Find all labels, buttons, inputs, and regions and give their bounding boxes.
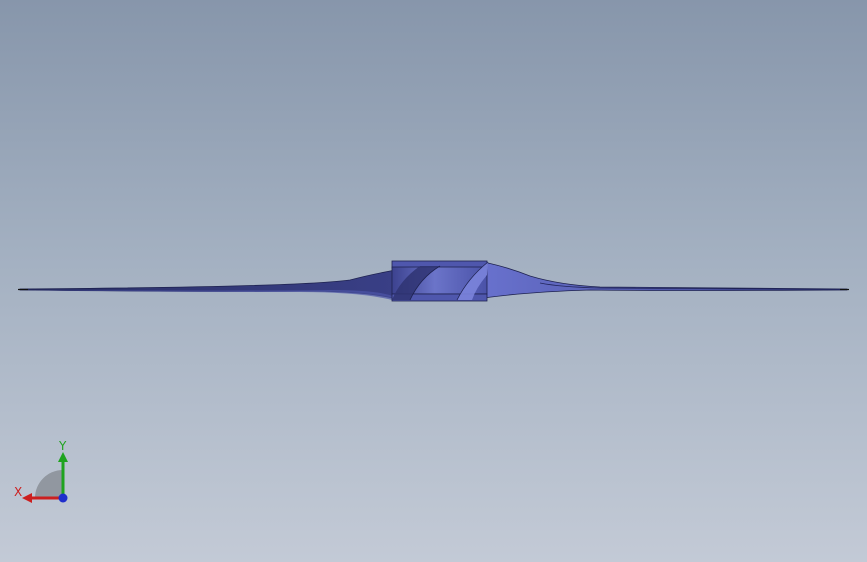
y-axis-arrow [58, 452, 68, 462]
x-axis-label: X [14, 485, 22, 499]
triad-plane [35, 470, 63, 498]
right-blade [469, 262, 848, 301]
x-axis-arrow [22, 493, 32, 503]
z-axis-dot [58, 493, 68, 503]
y-axis-label: Y [58, 440, 67, 453]
left-blade [19, 265, 421, 301]
view-triad: Y X [14, 440, 68, 503]
left-blade-underside [20, 290, 395, 300]
propeller-model[interactable] [0, 0, 867, 562]
3d-viewport[interactable]: Y X [0, 0, 867, 562]
